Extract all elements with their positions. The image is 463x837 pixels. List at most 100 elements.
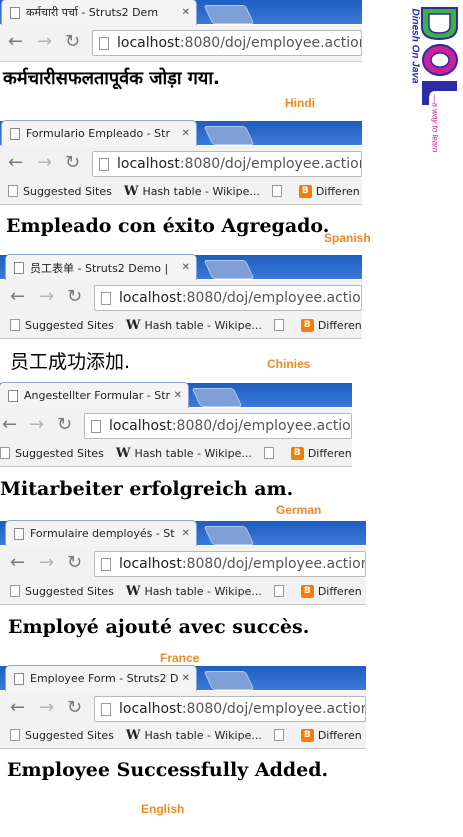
bookmark-label: Suggested Sites <box>25 584 114 598</box>
url-path: :8080/doj/employee.action <box>179 35 362 51</box>
url-path: :8080/doj/employee.action <box>181 290 362 306</box>
bookmarks-bar: Suggested Sites W Hash table - Wikipe... … <box>0 312 362 339</box>
wikipedia-icon: W <box>125 583 141 599</box>
new-tab-button[interactable] <box>203 260 255 279</box>
browser-tab[interactable]: Employee Form - Struts2 D ✕ <box>6 666 196 691</box>
close-icon[interactable]: ✕ <box>182 128 190 139</box>
language-label: Chinies <box>267 357 311 371</box>
bookmark-suggested-sites[interactable]: Suggested Sites <box>0 447 104 460</box>
bookmark-page[interactable] <box>273 319 289 331</box>
success-message: Mitarbeiter erfolgreich am. <box>0 478 294 500</box>
new-tab-button[interactable] <box>203 526 255 545</box>
language-label: Hindi <box>285 96 315 110</box>
new-tab-button[interactable] <box>203 671 255 690</box>
bookmark-label: Suggested Sites <box>25 318 114 332</box>
forward-arrow-icon[interactable]: → <box>39 554 54 572</box>
blogger-icon: B <box>300 728 314 742</box>
tab-title: 员工表单 - Struts2 Demo | <box>30 261 169 275</box>
bookmark-differen[interactable]: B Differen <box>300 728 362 742</box>
new-tab-button[interactable] <box>203 5 255 24</box>
bookmark-differen[interactable]: B Differen <box>290 446 352 460</box>
back-arrow-icon[interactable]: ← <box>10 554 25 572</box>
close-icon[interactable]: ✕ <box>174 390 182 401</box>
close-icon[interactable]: ✕ <box>182 673 190 684</box>
bookmark-label: Hash table - Wikipe... <box>144 318 262 332</box>
bookmark-label: Hash table - Wikipe... <box>144 584 262 598</box>
bookmark-hash-table[interactable]: W Hash table - Wikipe... <box>116 446 252 461</box>
page-icon <box>14 261 24 274</box>
browser-tab[interactable]: Formulario Empleado - Str ✕ <box>2 121 196 146</box>
browser-toolbar: ← → ↻ localhost:8080/doj/employee.action <box>0 25 362 62</box>
logo-text: Dinesh On Java —a way to learn <box>405 5 440 165</box>
forward-arrow-icon[interactable]: → <box>39 699 54 717</box>
bookmark-suggested-sites[interactable]: Suggested Sites <box>8 185 112 198</box>
blogger-icon: B <box>298 184 312 198</box>
reload-icon[interactable]: ↻ <box>57 416 72 434</box>
bookmark-hash-table[interactable]: W Hash table - Wikipe... <box>126 318 262 333</box>
url-path: :8080/doj/employee.action <box>171 418 352 434</box>
forward-arrow-icon[interactable]: → <box>37 154 52 172</box>
browser-tab[interactable]: कर्मचारी पर्चा - Struts2 Dem ✕ <box>2 0 196 25</box>
forward-arrow-icon[interactable]: → <box>29 416 44 434</box>
close-icon[interactable]: ✕ <box>182 7 190 18</box>
bookmark-label: Suggested Sites <box>25 728 114 742</box>
address-bar[interactable]: localhost:8080/doj/employee.action <box>94 285 362 311</box>
bookmark-hash-table[interactable]: W Hash table - Wikipe... <box>124 184 260 199</box>
page-icon <box>14 672 24 685</box>
back-arrow-icon[interactable]: ← <box>10 699 25 717</box>
back-arrow-icon[interactable]: ← <box>8 33 23 51</box>
wikipedia-icon: W <box>125 727 141 743</box>
address-bar[interactable]: localhost:8080/doj/employee.action <box>94 696 366 722</box>
bookmark-suggested-sites[interactable]: Suggested Sites <box>10 319 114 332</box>
tab-title: Employee Form - Struts2 D <box>30 672 178 685</box>
bookmark-page[interactable] <box>273 729 289 741</box>
reload-icon[interactable]: ↻ <box>65 33 80 51</box>
new-tab-button[interactable] <box>203 126 255 145</box>
url-path: :8080/doj/employee.action <box>181 556 366 572</box>
close-icon[interactable]: ✕ <box>182 262 190 273</box>
bookmark-suggested-sites[interactable]: Suggested Sites <box>10 729 114 742</box>
bookmark-differen[interactable]: B Differen <box>300 584 362 598</box>
bookmark-page[interactable] <box>271 185 287 197</box>
reload-icon[interactable]: ↻ <box>65 154 80 172</box>
bookmark-label: Suggested Sites <box>15 446 104 460</box>
close-icon[interactable]: ✕ <box>182 528 190 539</box>
bookmarks-bar: Suggested Sites W Hash table - Wikipe... … <box>0 578 366 605</box>
back-arrow-icon[interactable]: ← <box>8 154 23 172</box>
bookmark-label: Differen <box>307 446 352 460</box>
page-icon <box>10 319 20 331</box>
forward-arrow-icon[interactable]: → <box>37 33 52 51</box>
url-host: localhost <box>117 156 180 172</box>
page-icon <box>271 185 282 197</box>
page-icon <box>10 127 20 140</box>
forward-arrow-icon[interactable]: → <box>39 288 54 306</box>
address-bar[interactable]: localhost:8080/doj/employee.action <box>92 151 362 177</box>
url-host: localhost <box>117 35 180 51</box>
reload-icon[interactable]: ↻ <box>67 554 82 572</box>
page-icon <box>273 319 284 331</box>
back-arrow-icon[interactable]: ← <box>2 416 17 434</box>
bookmark-page[interactable] <box>263 447 279 459</box>
browser-tab[interactable]: 员工表单 - Struts2 Demo | ✕ <box>6 255 196 280</box>
bookmark-differen[interactable]: B Differen <box>300 318 362 332</box>
bookmark-hash-table[interactable]: W Hash table - Wikipe... <box>126 728 262 743</box>
bookmark-suggested-sites[interactable]: Suggested Sites <box>10 585 114 598</box>
page-icon <box>273 729 284 741</box>
back-arrow-icon[interactable]: ← <box>10 288 25 306</box>
page-icon <box>14 527 24 540</box>
address-bar[interactable]: localhost:8080/doj/employee.action <box>92 30 362 56</box>
bookmark-page[interactable] <box>273 585 289 597</box>
success-message: कर्मचारीसफलतापूर्वक जोड़ा गया. <box>3 68 220 89</box>
bookmark-differen[interactable]: B Differen <box>298 184 360 198</box>
reload-icon[interactable]: ↻ <box>67 699 82 717</box>
new-tab-button[interactable] <box>191 388 243 407</box>
url-path: :8080/doj/employee.action <box>179 156 362 172</box>
blogger-icon: B <box>290 446 304 460</box>
browser-tab[interactable]: Angestellter Formular - Str ✕ <box>0 383 188 408</box>
bookmark-hash-table[interactable]: W Hash table - Wikipe... <box>126 584 262 599</box>
bookmark-label: Hash table - Wikipe... <box>144 728 262 742</box>
address-bar[interactable]: localhost:8080/doj/employee.action <box>84 413 352 439</box>
reload-icon[interactable]: ↻ <box>67 288 82 306</box>
address-bar[interactable]: localhost:8080/doj/employee.action <box>94 551 366 577</box>
browser-tab[interactable]: Formulaire demployés - St ✕ <box>6 521 196 546</box>
